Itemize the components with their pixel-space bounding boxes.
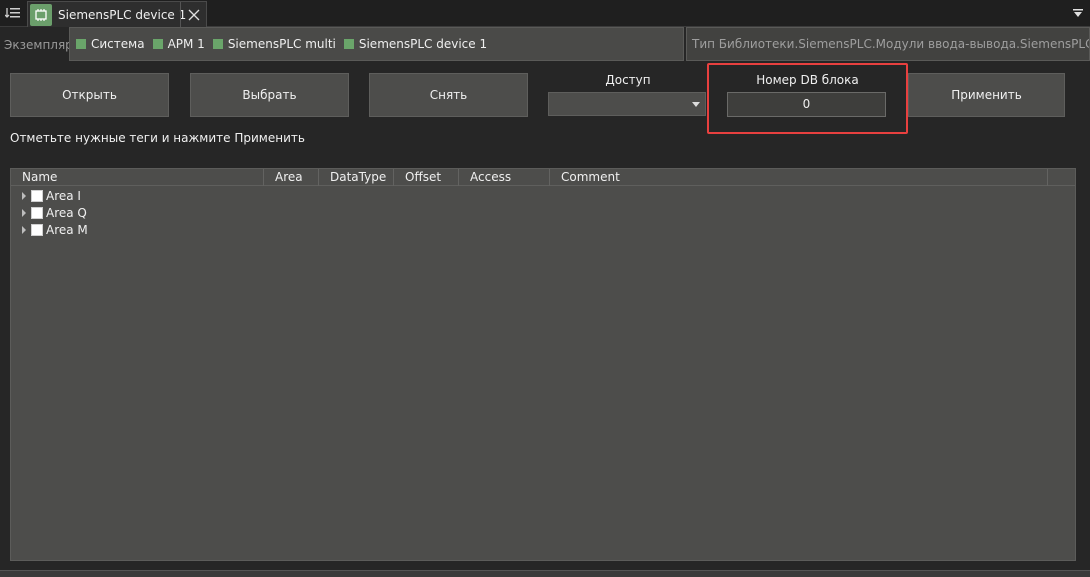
row-checkbox[interactable]: [31, 189, 43, 202]
tree-row-area-i[interactable]: Area I: [11, 187, 81, 204]
node-square-icon: [343, 39, 354, 49]
breadcrumb-item-siemens-multi[interactable]: SiemensPLC multi: [212, 37, 336, 51]
hint-text: Отметьте нужные теги и нажмите Применить: [10, 131, 305, 145]
breadcrumb-item-label: Система: [91, 37, 145, 51]
table-header: Name Area DataType Offset Access Comment: [11, 169, 1075, 186]
column-header-comment[interactable]: Comment: [550, 169, 1048, 186]
select-button[interactable]: Выбрать: [190, 73, 349, 117]
bottom-scrollbar[interactable]: [0, 570, 1090, 577]
dropdown-arrow-icon: [692, 102, 700, 107]
breadcrumb-bar: Экземпляр Система АРМ 1 SiemensPLC multi…: [0, 27, 1090, 63]
tab-siemens-plc-device[interactable]: SiemensPLC device 1: [27, 1, 207, 27]
breadcrumb-item-siemens-device[interactable]: SiemensPLC device 1: [343, 37, 488, 51]
tab-label: SiemensPLC device 1: [58, 7, 187, 22]
apply-button[interactable]: Применить: [908, 73, 1065, 117]
node-square-icon: [152, 39, 163, 49]
breadcrumb-item-label: SiemensPLC device 1: [358, 37, 488, 51]
breadcrumb-item-label: АРМ 1: [167, 37, 205, 51]
column-header-area[interactable]: Area: [264, 169, 319, 186]
db-block-label: Номер DB блока: [756, 73, 859, 87]
chevron-down-icon[interactable]: [1070, 5, 1086, 21]
row-label: Area M: [46, 222, 88, 237]
db-block-input[interactable]: 0: [727, 92, 886, 117]
access-label: Доступ: [605, 73, 651, 87]
row-checkbox[interactable]: [31, 206, 43, 219]
list-menu-icon[interactable]: [3, 3, 23, 23]
clear-button[interactable]: Снять: [369, 73, 528, 117]
expand-arrow-icon[interactable]: [22, 191, 26, 200]
column-header-datatype[interactable]: DataType: [319, 169, 394, 186]
access-dropdown[interactable]: [548, 92, 706, 116]
breadcrumb-prefix: Экземпляр: [4, 38, 73, 52]
breadcrumb-item-system[interactable]: Система: [76, 37, 145, 51]
row-checkbox[interactable]: [31, 223, 43, 236]
expand-arrow-icon[interactable]: [22, 225, 26, 234]
plc-device-icon: [30, 3, 52, 26]
tag-tree-table[interactable]: Name Area DataType Offset Access Comment…: [10, 168, 1076, 561]
row-label: Area I: [46, 188, 81, 203]
breadcrumb-item-arm[interactable]: АРМ 1: [152, 37, 205, 51]
node-square-icon: [212, 39, 223, 49]
breadcrumb-item-label: SiemensPLC multi: [227, 37, 336, 51]
tree-row-area-q[interactable]: Area Q: [11, 204, 87, 221]
row-label: Area Q: [46, 205, 87, 220]
tab-bar: SiemensPLC device 1: [0, 0, 1090, 27]
expand-arrow-icon[interactable]: [22, 208, 26, 217]
column-header-access[interactable]: Access: [459, 169, 550, 186]
tree-row-area-m[interactable]: Area M: [11, 221, 88, 238]
close-icon[interactable]: [180, 2, 206, 27]
library-type-label: Тип Библиотеки.SiemensPLC.Модули ввода-в…: [686, 27, 1090, 61]
open-button[interactable]: Открыть: [10, 73, 169, 117]
breadcrumb: Система АРМ 1 SiemensPLC multi SiemensPL…: [69, 27, 684, 61]
column-header-name[interactable]: Name: [11, 169, 264, 186]
node-square-icon: [76, 39, 86, 49]
column-header-offset[interactable]: Offset: [394, 169, 459, 186]
